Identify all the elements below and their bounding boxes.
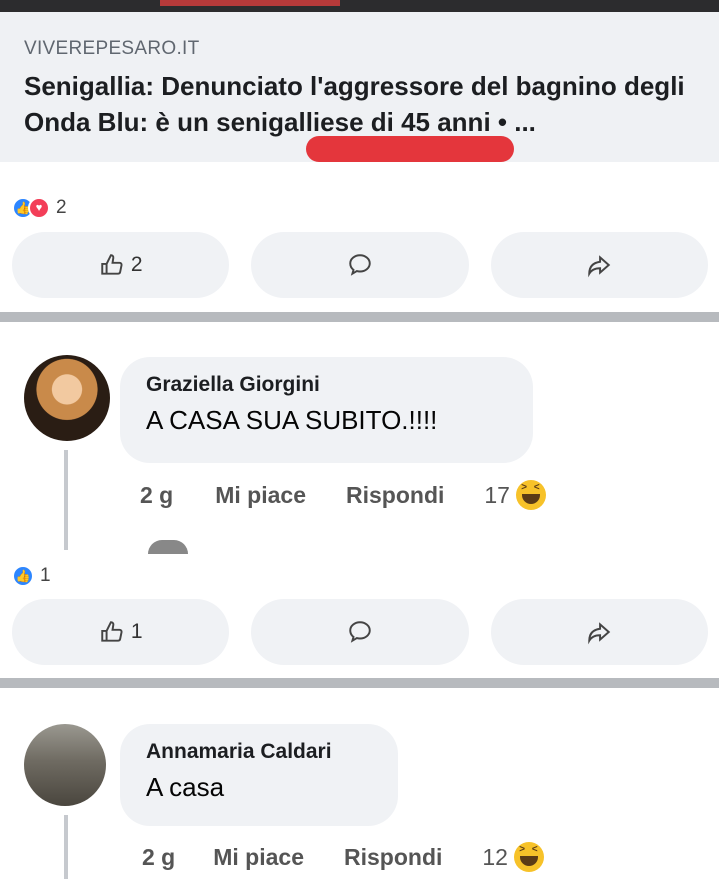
like-count: 1 <box>130 620 143 643</box>
section-divider <box>0 312 719 322</box>
comment-bubble: Annamaria Caldari A casa <box>120 724 398 826</box>
comment-reaction-count: 17 <box>484 481 510 508</box>
reaction-count: 1 <box>40 565 51 586</box>
love-reaction-icon: ♥ <box>28 197 50 219</box>
comment-author[interactable]: Graziella Giorgini <box>146 373 507 397</box>
comment-bubble: Graziella Giorgini A CASA SUA SUBITO.!!!… <box>120 357 533 463</box>
comment-meta: 2 g Mi piace Rispondi 12 <box>142 842 544 872</box>
link-title: Senigallia: Denunciato l'aggressore del … <box>24 71 685 137</box>
comment-icon <box>349 621 371 643</box>
comment-like-link[interactable]: Mi piace <box>213 844 304 871</box>
reactions-summary[interactable]: 👍 1 <box>12 565 51 587</box>
link-source: VIVEREPESARO.IT <box>24 38 200 59</box>
comment-icon <box>349 254 371 276</box>
thumbs-up-icon <box>101 621 123 642</box>
post-action-bar: 2 <box>12 232 708 298</box>
comment-age[interactable]: 2 g <box>142 844 175 871</box>
reaction-count: 2 <box>56 197 67 218</box>
haha-reaction-icon[interactable] <box>515 480 546 510</box>
thread-line <box>64 815 68 879</box>
comment-text: A CASA SUA SUBITO.!!!! <box>146 405 438 435</box>
comment-text: A casa <box>146 772 225 802</box>
like-button[interactable]: 2 <box>12 232 230 298</box>
comment-like-link[interactable]: Mi piace <box>215 482 306 509</box>
comment-meta: 2 g Mi piace Rispondi 17 <box>140 480 546 510</box>
thumbs-up-icon <box>101 254 123 275</box>
comment-button[interactable] <box>251 232 469 298</box>
comment-author[interactable]: Annamaria Caldari <box>146 740 372 764</box>
red-highlight-mark <box>306 136 514 162</box>
avatar[interactable] <box>24 724 106 806</box>
avatar[interactable] <box>24 355 110 441</box>
share-button[interactable] <box>490 232 708 298</box>
share-button[interactable] <box>490 599 708 665</box>
share-icon <box>588 622 611 645</box>
comment-age[interactable]: 2 g <box>140 482 173 509</box>
share-icon <box>588 255 611 278</box>
comment-reply-link[interactable]: Rispondi <box>346 482 444 509</box>
comment-reply-link[interactable]: Rispondi <box>344 844 442 871</box>
section-divider <box>0 678 719 688</box>
like-count: 2 <box>130 253 143 276</box>
haha-reaction-icon[interactable] <box>513 842 544 872</box>
thread-line <box>64 450 68 550</box>
comment-button[interactable] <box>251 599 469 665</box>
image-fragment <box>160 0 340 6</box>
like-reaction-icon: 👍 <box>12 565 34 587</box>
comment-reaction-count: 12 <box>482 843 508 870</box>
like-button[interactable]: 1 <box>12 599 230 665</box>
reactions-summary[interactable]: 👍 ♥ 2 <box>12 197 67 219</box>
top-image-strip <box>0 0 719 12</box>
hidden-reply-avatar <box>148 540 188 554</box>
post-action-bar: 1 <box>12 599 708 665</box>
